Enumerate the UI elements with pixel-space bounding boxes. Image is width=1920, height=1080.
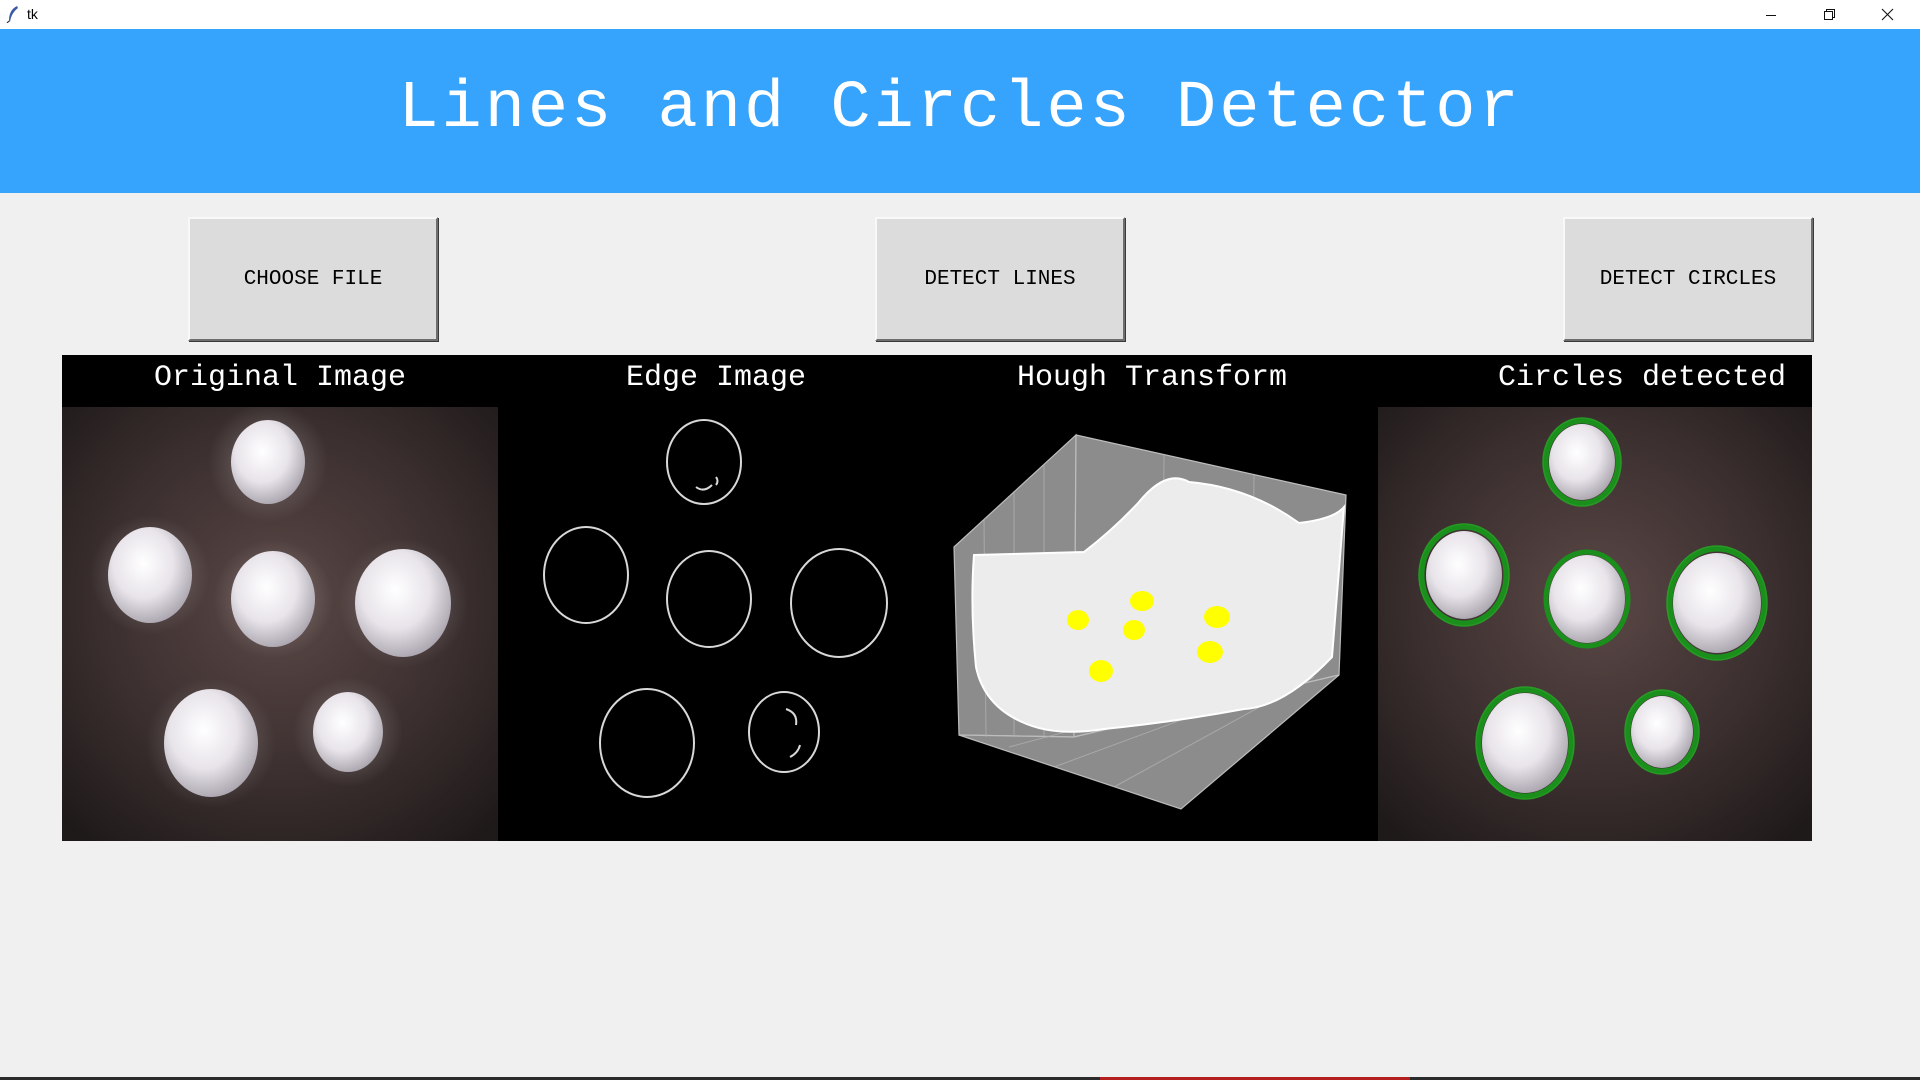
hough-transform-caption: Hough Transform bbox=[1016, 361, 1288, 395]
close-button[interactable] bbox=[1858, 0, 1916, 29]
edge-image bbox=[498, 407, 934, 841]
window-title: tk bbox=[27, 6, 38, 22]
circles-detected-image bbox=[1378, 407, 1812, 841]
app-header: Lines and Circles Detector bbox=[0, 29, 1920, 193]
original-image bbox=[62, 407, 498, 841]
image-results-panel: Original Image Edge Image Hough Transfor… bbox=[62, 355, 1812, 841]
detect-lines-button[interactable]: DETECT LINES bbox=[875, 217, 1125, 341]
choose-file-button[interactable]: CHOOSE FILE bbox=[188, 217, 438, 341]
circles-detected-caption: Circles detected bbox=[1497, 361, 1786, 395]
minimize-button[interactable] bbox=[1742, 0, 1800, 29]
maximize-icon bbox=[1823, 9, 1835, 20]
minimize-icon bbox=[1766, 14, 1776, 16]
close-icon bbox=[1881, 8, 1893, 21]
app-title: Lines and Circles Detector bbox=[398, 71, 1522, 147]
edge-image-caption: Edge Image bbox=[625, 361, 807, 395]
hough-transform-plot bbox=[934, 407, 1370, 841]
maximize-button[interactable] bbox=[1800, 0, 1858, 29]
original-image-caption: Original Image bbox=[153, 361, 407, 395]
tk-feather-icon bbox=[6, 6, 18, 23]
detect-circles-button[interactable]: DETECT CIRCLES bbox=[1563, 217, 1813, 341]
window-titlebar: tk bbox=[0, 0, 1920, 30]
